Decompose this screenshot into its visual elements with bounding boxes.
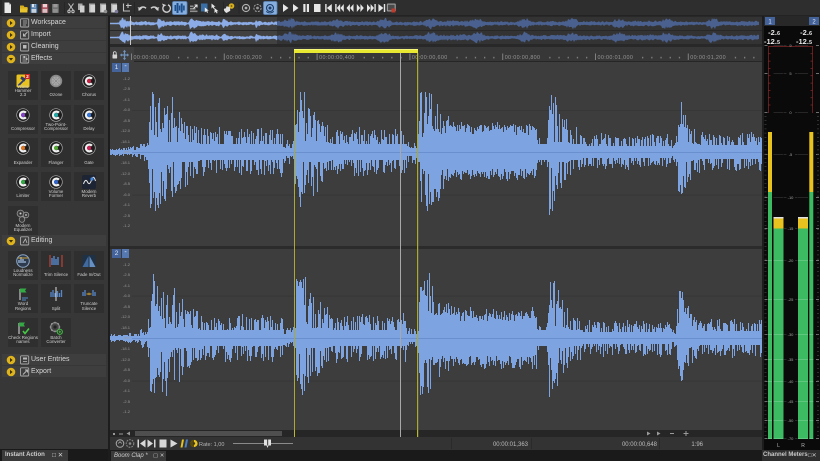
- svg-text:9: 9: [789, 43, 792, 48]
- svg-text:2: 2: [26, 74, 29, 80]
- svg-text:-20: -20: [788, 258, 795, 263]
- svg-text:0: 0: [789, 110, 792, 115]
- svg-text:-30: -30: [788, 332, 795, 337]
- svg-text:-50: -50: [788, 418, 795, 423]
- svg-text:-12.5: -12.5: [796, 37, 812, 46]
- svg-text:-2.6: -2.6: [768, 28, 780, 37]
- svg-text:-35: -35: [788, 357, 795, 362]
- svg-text:1:96: 1:96: [691, 442, 703, 448]
- svg-text:Rate: 1,00: Rate: 1,00: [199, 442, 224, 448]
- svg-text:-12.5: -12.5: [764, 37, 780, 46]
- svg-text:-25: -25: [788, 297, 795, 302]
- svg-text:5: 5: [789, 71, 792, 76]
- svg-text:00:00:00,400: 00:00:00,400: [319, 55, 355, 61]
- svg-text:00:00:00,800: 00:00:00,800: [505, 55, 541, 61]
- svg-text:-70: -70: [788, 436, 795, 441]
- svg-text:00:00:01,000: 00:00:01,000: [598, 55, 634, 61]
- svg-text:-2.6: -2.6: [800, 28, 812, 37]
- svg-text:00:00:00,200: 00:00:00,200: [226, 55, 262, 61]
- svg-text:-45: -45: [788, 399, 795, 404]
- svg-text:-15: -15: [788, 226, 795, 231]
- svg-text:00:00:01,363: 00:00:01,363: [493, 442, 529, 448]
- svg-text:-5: -5: [789, 152, 793, 157]
- svg-text:L: L: [777, 443, 780, 449]
- svg-text:R: R: [801, 443, 805, 449]
- svg-text:00:00:01,200: 00:00:01,200: [690, 55, 726, 61]
- svg-text:-10: -10: [788, 195, 795, 200]
- svg-text:00:00:00,000: 00:00:00,000: [134, 55, 170, 61]
- svg-text:00:00:00,648: 00:00:00,648: [622, 442, 658, 448]
- svg-text:-40: -40: [788, 379, 795, 384]
